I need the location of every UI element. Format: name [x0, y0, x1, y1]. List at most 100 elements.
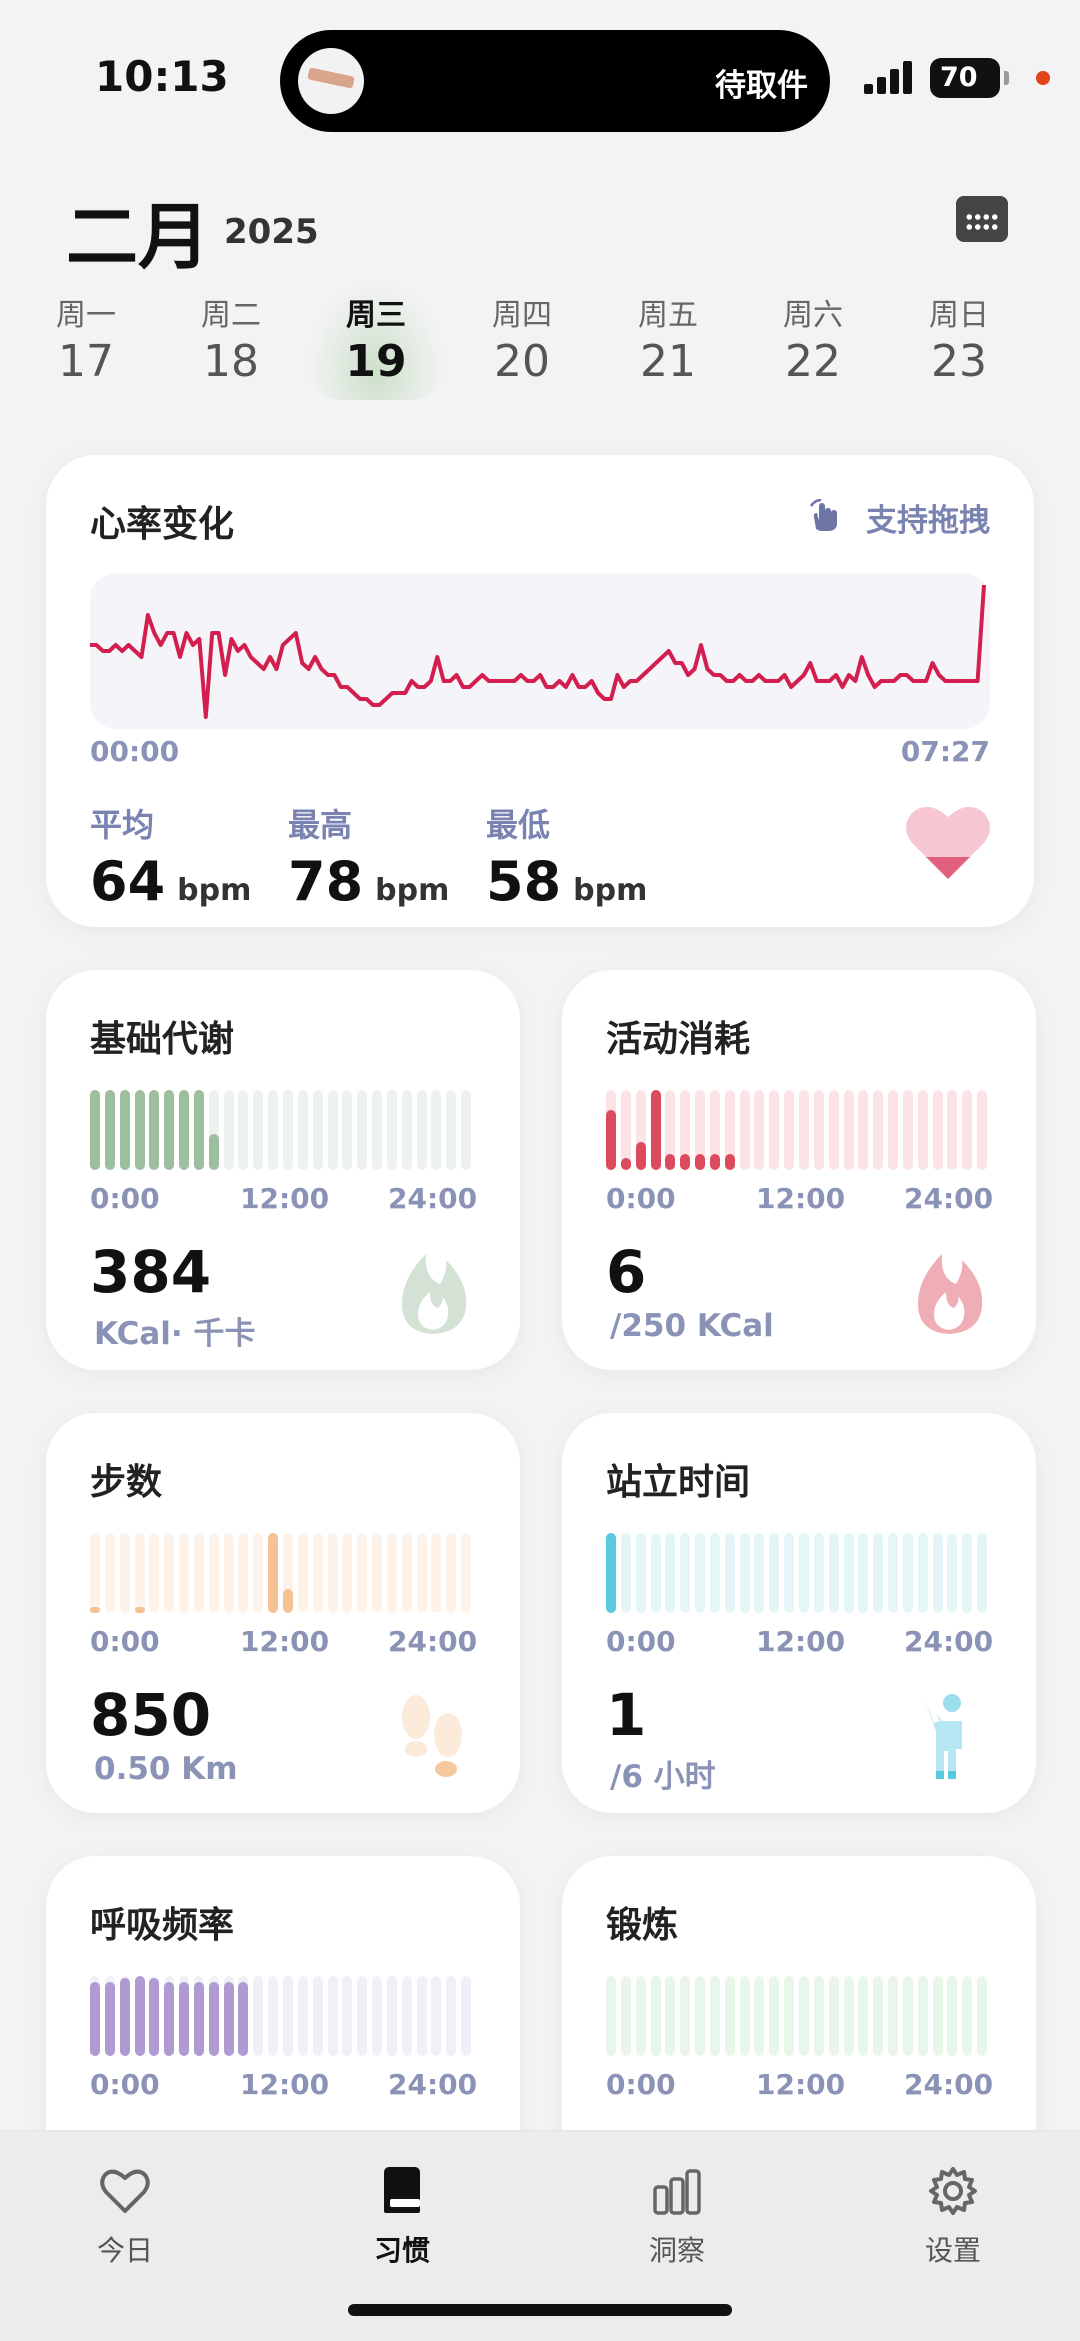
tick-label: 0:00 — [90, 1625, 160, 1658]
day-18[interactable]: 周二 18 — [171, 290, 291, 387]
bar-track — [149, 1533, 160, 1613]
bar — [119, 1090, 130, 1170]
bar-track — [268, 1090, 279, 1170]
bar-track — [709, 1976, 720, 2056]
day-21[interactable]: 周五 21 — [608, 290, 728, 387]
bar-track — [828, 1533, 839, 1613]
date-number: 19 — [345, 336, 407, 387]
bar-track — [327, 1090, 338, 1170]
package-thumbnail — [298, 48, 364, 114]
bar-track — [739, 1533, 750, 1613]
signal-icon — [864, 60, 916, 94]
bar-track — [947, 1533, 958, 1613]
tab-settings[interactable]: 设置 — [888, 2163, 1018, 2269]
bar-track — [828, 1090, 839, 1170]
bar — [193, 1982, 204, 2056]
card-title: 活动消耗 — [606, 1019, 751, 1060]
card-title: 站立时间 — [606, 1462, 751, 1503]
calendar-icon[interactable] — [956, 196, 1008, 242]
bar-track — [962, 1533, 973, 1613]
avg-value: 64 — [90, 850, 166, 913]
tab-habits[interactable]: 习惯 — [337, 2163, 467, 2269]
bar — [620, 1158, 631, 1170]
bar-track — [461, 1976, 472, 2056]
flame-icon — [402, 1254, 467, 1334]
metric-value: 1 — [606, 1681, 647, 1749]
avg-unit: bpm — [177, 873, 252, 908]
bar-track — [917, 1090, 928, 1170]
max-stat: 最高 78 bpm — [288, 800, 449, 913]
bar-track — [977, 1533, 988, 1613]
day-22[interactable]: 周六 22 — [753, 290, 873, 387]
weekday-label: 周二 — [201, 298, 261, 333]
metric-unit: /6 小时 — [610, 1759, 716, 1795]
tick-label: 24:00 — [388, 2068, 478, 2101]
bar-track — [342, 1533, 353, 1613]
bar — [680, 1154, 691, 1170]
bar-track — [416, 1090, 427, 1170]
chart-start-time: 00:00 — [90, 735, 180, 768]
day-23[interactable]: 周日 23 — [899, 290, 1019, 387]
heart-rate-card[interactable]: 心率变化 支持拖拽 00:00 07:27 平均 64 bpm 最高 78 bpm … — [46, 455, 1034, 927]
active-card[interactable]: 活动消耗 0:00 12:00 24:00 6/250 KCal — [562, 970, 1036, 1370]
bar-track — [917, 1976, 928, 2056]
bar-track — [695, 1976, 706, 2056]
bar-track — [873, 1090, 884, 1170]
day-17[interactable]: 周一 17 — [26, 290, 146, 387]
bar-track — [312, 1976, 323, 2056]
bar — [179, 1090, 190, 1170]
dynamic-island[interactable]: 待取件 — [280, 30, 830, 132]
bar-track — [461, 1533, 472, 1613]
bar — [635, 1142, 646, 1170]
date-number: 22 — [785, 336, 841, 387]
bar-track — [739, 1090, 750, 1170]
day-19[interactable]: 周三 19 — [310, 284, 442, 400]
bar-track — [620, 1976, 631, 2056]
bar-track — [104, 1533, 115, 1613]
heart-icon — [906, 806, 990, 879]
bar-track — [680, 1976, 691, 2056]
tick-label: 24:00 — [388, 1182, 478, 1215]
bar — [695, 1154, 706, 1170]
bar-track — [283, 1976, 293, 2056]
bar-track — [977, 1976, 988, 2056]
bar-track — [372, 1533, 383, 1613]
bar-track — [386, 1976, 397, 2056]
tick-label: 24:00 — [388, 1625, 478, 1658]
bar — [724, 1154, 735, 1170]
tab-insights[interactable]: 洞察 — [612, 2163, 742, 2269]
bar-track — [754, 1976, 765, 2056]
hand-drag-icon — [809, 499, 837, 531]
standing-card[interactable]: 站立时间 0:00 12:00 24:00 1/6 小时 — [562, 1413, 1036, 1813]
tick-label: 24:00 — [904, 2068, 994, 2101]
bar-track — [709, 1533, 720, 1613]
bar-track — [90, 1533, 100, 1613]
date-number: 23 — [931, 336, 987, 387]
bar — [238, 1982, 249, 2056]
bar — [134, 1607, 145, 1613]
tick-label: 0:00 — [90, 1182, 160, 1215]
bar-track — [134, 1533, 145, 1613]
bmr-card[interactable]: 基础代谢 0:00 12:00 24:00 384 KCal· 千卡 — [46, 970, 520, 1370]
bar — [208, 1982, 219, 2056]
heart-rate-chart[interactable] — [90, 573, 990, 729]
bar-track — [606, 1976, 616, 2056]
weekday-label: 周日 — [929, 298, 989, 333]
bar-track — [799, 1976, 809, 2056]
chart-end-time: 07:27 — [900, 735, 990, 768]
tab-today[interactable]: 今日 — [60, 2163, 190, 2269]
week-strip: 周一 17 周二 18 周三 19 周四 20 周五 21 周六 22 周日 23 — [44, 284, 1044, 400]
bar — [164, 1982, 175, 2056]
day-20[interactable]: 周四 20 — [462, 290, 582, 387]
x-axis-ticks: 0:00 12:00 24:00 — [90, 1182, 478, 1218]
tab-label: 设置 — [924, 2234, 981, 2267]
bar — [606, 1533, 616, 1613]
page-title-month: 二月 — [66, 195, 211, 279]
tick-label: 24:00 — [904, 1625, 994, 1658]
battery-indicator: 70 — [930, 58, 1009, 98]
steps-card[interactable]: 步数 0:00 12:00 24:00 850 0.50 Km — [46, 1413, 520, 1813]
bar-track — [635, 1533, 646, 1613]
tab-label: 洞察 — [648, 2234, 705, 2267]
bar-track — [342, 1090, 353, 1170]
bar-track — [297, 1976, 308, 2056]
